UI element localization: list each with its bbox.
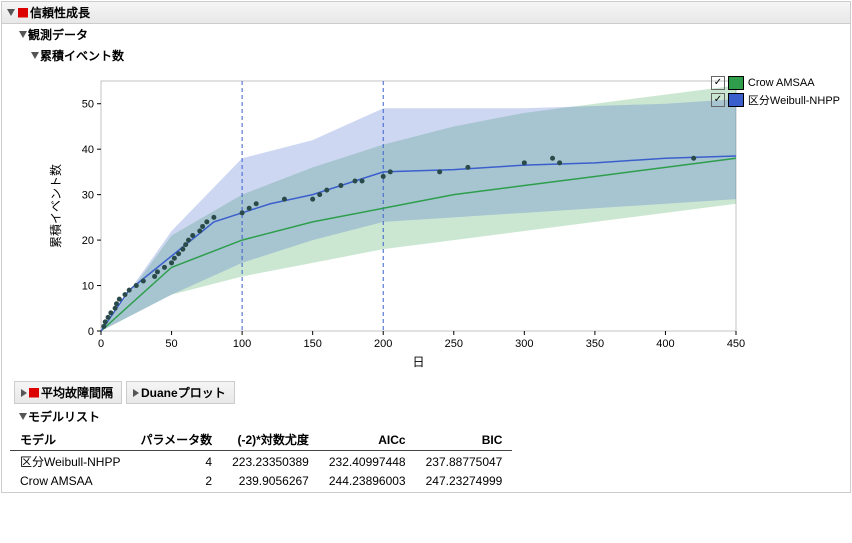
table-row[interactable]: Crow AMSAA2239.9056267244.23896003247.23… (10, 472, 512, 490)
model-table: モデルパラメータ数(-2)*対数尤度AICcBIC 区分Weibull-NHPP… (10, 429, 512, 490)
svg-text:累積イベント数: 累積イベント数 (48, 164, 63, 248)
svg-text:0: 0 (98, 338, 104, 350)
cell: 239.9056267 (222, 472, 319, 490)
disclosure-triangle-right-icon[interactable] (131, 388, 141, 398)
svg-text:30: 30 (82, 190, 94, 202)
main-title: 信頼性成長 (30, 4, 90, 21)
main-panel: 信頼性成長 観測データ 累積イベント数 05010015020025030035… (1, 1, 851, 493)
col-header: モデル (10, 429, 130, 451)
modellist-section: モデルリスト モデルパラメータ数(-2)*対数尤度AICcBIC 区分Weibu… (2, 406, 850, 490)
svg-text:0: 0 (88, 326, 94, 338)
svg-text:40: 40 (82, 144, 94, 156)
svg-text:300: 300 (515, 338, 533, 350)
svg-text:50: 50 (82, 99, 94, 111)
cum-title: 累積イベント数 (40, 47, 124, 64)
cell: 232.40997448 (319, 451, 416, 473)
cell: Crow AMSAA (10, 472, 130, 490)
cell: 223.23350389 (222, 451, 319, 473)
table-row[interactable]: 区分Weibull-NHPP4223.23350389232.409974482… (10, 451, 512, 473)
main-header[interactable]: 信頼性成長 (2, 2, 850, 24)
chart-container: 0 50 100 150 200 250 300 350 400 450 0 10 20 30 40 50 日 累… (26, 66, 850, 379)
cumulative-events-chart: 0 50 100 150 200 250 300 350 400 450 0 10 20 30 40 50 日 累… (46, 71, 746, 371)
obs-section: 観測データ 累積イベント数 05010015020025030035040045… (14, 24, 850, 379)
duane-title: Duaneプロット (141, 384, 226, 401)
legend: ✓ Crow AMSAA ✓ 区分Weibull-NHPP (711, 76, 840, 110)
obs-title: 観測データ (28, 26, 88, 43)
legend-item[interactable]: ✓ 区分Weibull-NHPP (711, 92, 840, 108)
col-header: (-2)*対数尤度 (222, 429, 319, 451)
cum-header[interactable]: 累積イベント数 (26, 45, 850, 66)
cell: 2 (130, 472, 222, 490)
svg-text:250: 250 (445, 338, 463, 350)
disclosure-triangle-icon[interactable] (6, 8, 16, 18)
legend-swatch (728, 93, 744, 107)
disclosure-triangle-icon[interactable] (30, 51, 40, 61)
svg-text:50: 50 (165, 338, 177, 350)
cell: 4 (130, 451, 222, 473)
menu-icon[interactable] (29, 388, 39, 398)
table-header-row: モデルパラメータ数(-2)*対数尤度AICcBIC (10, 429, 512, 451)
modellist-title: モデルリスト (28, 408, 100, 425)
col-header: AICc (319, 429, 416, 451)
cell: 244.23896003 (319, 472, 416, 490)
legend-item[interactable]: ✓ Crow AMSAA (711, 76, 840, 90)
cell: 247.23274999 (416, 472, 513, 490)
svg-text:20: 20 (82, 235, 94, 247)
checkbox-icon[interactable]: ✓ (711, 76, 725, 90)
menu-icon[interactable] (18, 8, 28, 18)
collapsed-sections-row: 平均故障間隔 Duaneプロット (14, 381, 850, 404)
duane-section-collapsed[interactable]: Duaneプロット (126, 381, 235, 404)
legend-label: Crow AMSAA (748, 77, 815, 89)
svg-text:200: 200 (374, 338, 392, 350)
disclosure-triangle-icon[interactable] (18, 30, 28, 40)
col-header: BIC (416, 429, 513, 451)
checkbox-icon[interactable]: ✓ (711, 93, 725, 107)
legend-swatch (728, 76, 744, 90)
svg-text:400: 400 (656, 338, 674, 350)
svg-text:450: 450 (727, 338, 745, 350)
svg-text:100: 100 (233, 338, 251, 350)
svg-text:350: 350 (586, 338, 604, 350)
svg-text:10: 10 (82, 281, 94, 293)
disclosure-triangle-icon[interactable] (18, 412, 28, 422)
cell: 区分Weibull-NHPP (10, 451, 130, 473)
obs-header[interactable]: 観測データ (14, 24, 850, 45)
svg-text:150: 150 (303, 338, 321, 350)
cell: 237.88775047 (416, 451, 513, 473)
disclosure-triangle-right-icon[interactable] (19, 388, 29, 398)
mtbf-title: 平均故障間隔 (41, 384, 113, 401)
cum-section: 累積イベント数 0 50 100 150 200 250 300 350 400 450 0 10 20… (26, 45, 850, 379)
modellist-header[interactable]: モデルリスト (14, 406, 850, 427)
legend-label: 区分Weibull-NHPP (748, 92, 840, 108)
svg-text:日: 日 (412, 355, 424, 369)
col-header: パラメータ数 (130, 429, 222, 451)
mtbf-section-collapsed[interactable]: 平均故障間隔 (14, 381, 122, 404)
